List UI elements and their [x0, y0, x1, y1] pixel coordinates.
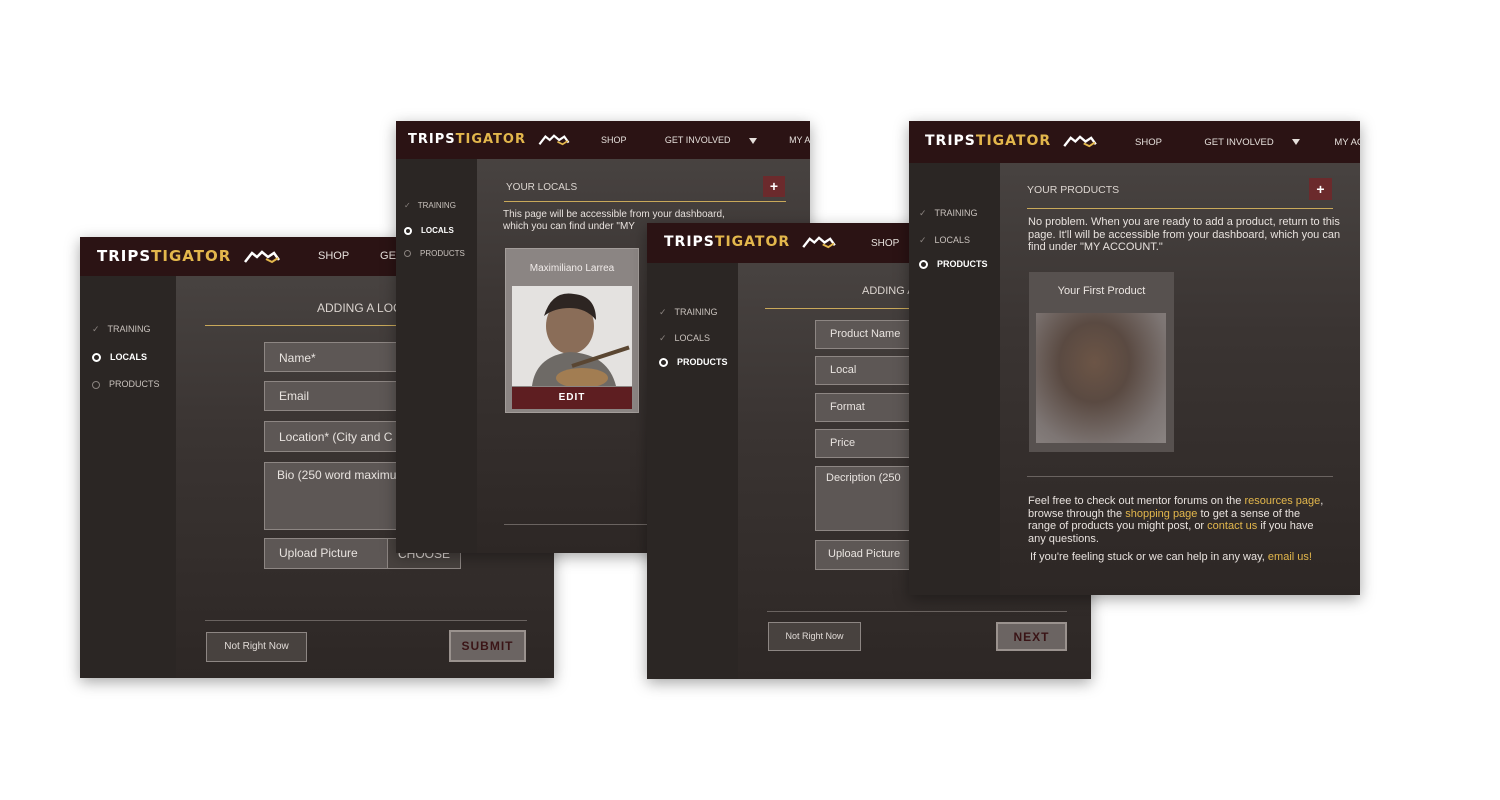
info-text-line: This page will be accessible from your d… [503, 209, 725, 220]
nav-my-account[interactable]: MY ACCOUNT [1316, 137, 1360, 148]
sidebar-item-products[interactable]: PRODUCTS [659, 357, 728, 368]
tiger-logo-icon [243, 249, 280, 263]
radio-icon [659, 358, 668, 368]
local-name: Maximiliano Larrea [529, 263, 615, 274]
sidebar-item-locals[interactable]: ✓ LOCALS [659, 333, 710, 344]
nav-shop[interactable]: SHOP [1135, 137, 1162, 148]
sidebar-item-training[interactable]: ✓ TRAINING [404, 201, 456, 210]
brand-logo[interactable]: TRIPSTIGATOR [925, 133, 1097, 149]
sidebar-item-products[interactable]: PRODUCTS [404, 249, 465, 258]
check-icon: ✓ [659, 333, 667, 343]
tiger-logo-icon [538, 133, 569, 145]
edit-button[interactable]: EDIT [512, 387, 632, 409]
add-product-button[interactable]: + [1309, 178, 1332, 200]
check-icon: ✓ [92, 324, 100, 334]
not-right-now-button[interactable]: Not Right Now [768, 622, 861, 651]
submit-button[interactable]: SUBMIT [449, 630, 526, 662]
resources-page-link[interactable]: resources page [1244, 495, 1320, 507]
radio-icon [92, 380, 100, 389]
main-nav: SHOP GET INVOLVED MY ACCOUNT [1117, 137, 1360, 148]
top-bar: TRIPSTIGATOR SHOP GET INVOLVED MY ACCOUN… [909, 121, 1360, 163]
sidebar-item-locals[interactable]: LOCALS [92, 352, 147, 363]
form-divider [767, 611, 1067, 612]
sidebar-item-training[interactable]: ✓ TRAINING [92, 324, 151, 335]
nav-my-account[interactable]: MY ACCOUNT [771, 135, 810, 145]
sidebar-item-products[interactable]: PRODUCTS [919, 259, 988, 270]
radio-icon [92, 353, 101, 363]
sidebar [647, 263, 738, 679]
nav-get-involved[interactable]: GET INVOLVED [647, 135, 757, 145]
main-nav: SHOP GET INVOLVED MY ACCOUNT [583, 135, 810, 145]
contact-us-link[interactable]: contact us [1207, 520, 1257, 532]
product-card-title: Your First Product [1057, 285, 1146, 297]
sidebar [80, 276, 176, 678]
shopping-page-link[interactable]: shopping page [1125, 508, 1197, 520]
radio-icon [919, 260, 928, 270]
top-bar: TRIPSTIGATOR SHOP GET INVOLVED MY ACCOUN… [396, 121, 810, 159]
radio-icon [404, 226, 412, 235]
sidebar-item-locals[interactable]: LOCALS [404, 226, 454, 235]
main-nav: SHOP [853, 238, 899, 249]
sidebar-item-training[interactable]: ✓ TRAINING [659, 307, 718, 318]
next-button[interactable]: NEXT [996, 622, 1067, 651]
product-card: Your First Product [1029, 272, 1174, 452]
check-icon: ✓ [404, 201, 411, 210]
nav-shop[interactable]: SHOP [318, 250, 349, 262]
check-icon: ✓ [919, 235, 927, 245]
nav-get-involved[interactable]: GET INVOLVED [1186, 137, 1300, 148]
sidebar-item-training[interactable]: ✓ TRAINING [919, 208, 978, 219]
local-card: Maximiliano Larrea EDIT [505, 248, 639, 413]
brand-logo[interactable]: TRIPSTIGATOR [408, 132, 570, 147]
nav-shop[interactable]: SHOP [601, 135, 626, 145]
window-your-products: TRIPSTIGATOR SHOP GET INVOLVED MY ACCOUN… [909, 121, 1360, 595]
title-underline [1027, 208, 1333, 209]
help-text-part: Feel free to check out mentor forums on … [1028, 495, 1245, 507]
form-divider [205, 620, 527, 621]
help-text: Feel free to check out mentor forums on … [1028, 495, 1328, 545]
tiger-logo-icon [1063, 134, 1097, 147]
sidebar [909, 163, 1000, 595]
page-title: YOUR PRODUCTS [1027, 184, 1120, 196]
check-icon: ✓ [919, 208, 927, 218]
portrait-photo [512, 286, 632, 386]
sidebar [396, 159, 477, 553]
not-right-now-button[interactable]: Not Right Now [206, 632, 307, 662]
stuck-text-part: If you're feeling stuck or we can help i… [1030, 551, 1268, 563]
page-title: ADDING A [862, 285, 915, 297]
local-photo [512, 286, 632, 386]
info-text: No problem. When you are ready to add a … [1028, 216, 1341, 253]
page-title: YOUR LOCALS [506, 182, 578, 193]
upload-picture-field: Upload Picture [264, 538, 388, 569]
brand-logo[interactable]: TRIPSTIGATOR [97, 247, 280, 265]
chevron-down-icon [1291, 139, 1300, 146]
sidebar-item-products[interactable]: PRODUCTS [92, 379, 160, 389]
title-underline [504, 201, 786, 202]
help-divider [1027, 476, 1333, 477]
product-photo-blurred [1036, 313, 1166, 443]
tiger-logo-icon [802, 235, 836, 248]
sidebar-item-locals[interactable]: ✓ LOCALS [919, 235, 970, 246]
radio-icon [404, 250, 411, 258]
add-local-button[interactable]: + [763, 176, 785, 197]
email-us-link[interactable]: email us! [1268, 551, 1312, 563]
nav-shop[interactable]: SHOP [871, 238, 899, 249]
brand-logo[interactable]: TRIPSTIGATOR [664, 234, 836, 250]
chevron-down-icon [748, 137, 757, 144]
stuck-text: If you're feeling stuck or we can help i… [1030, 551, 1350, 563]
check-icon: ✓ [659, 307, 667, 317]
